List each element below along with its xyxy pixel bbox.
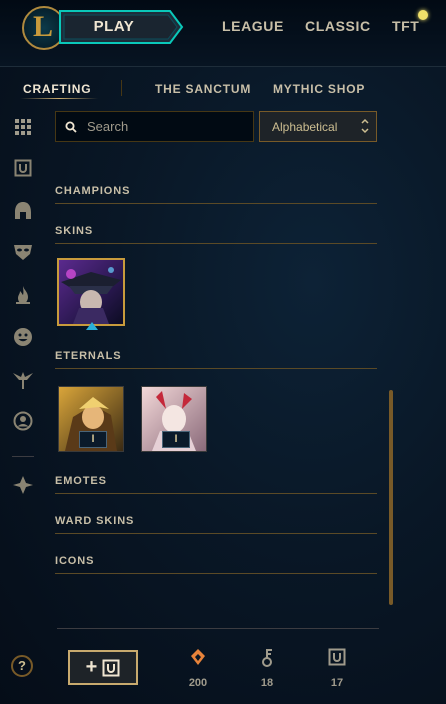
section-emotes[interactable]: EMOTES bbox=[55, 475, 107, 487]
skin-item[interactable] bbox=[57, 258, 125, 326]
section-divider bbox=[55, 493, 377, 494]
footer-divider bbox=[57, 628, 379, 629]
play-button[interactable]: PLAY bbox=[58, 9, 184, 45]
crest-icon[interactable] bbox=[12, 474, 34, 496]
chevron-updown-icon bbox=[361, 118, 369, 134]
eternal-item[interactable]: I bbox=[141, 386, 207, 452]
help-button[interactable]: ? bbox=[11, 655, 33, 677]
eternal-tier-badge: I bbox=[162, 431, 190, 448]
emote-icon[interactable] bbox=[12, 326, 34, 348]
sidebar-divider bbox=[12, 456, 34, 457]
sort-dropdown[interactable]: Alphabetical bbox=[259, 111, 377, 142]
key-fragment-icon bbox=[262, 649, 272, 667]
flame-icon[interactable] bbox=[12, 284, 34, 306]
profile-icon[interactable] bbox=[12, 410, 34, 432]
search-icon bbox=[65, 121, 77, 133]
section-eternals[interactable]: ETERNALS bbox=[55, 350, 121, 362]
section-divider bbox=[55, 243, 377, 244]
chest-icon bbox=[102, 659, 120, 676]
scrollbar-thumb[interactable] bbox=[389, 390, 393, 605]
section-divider bbox=[55, 573, 377, 574]
section-divider bbox=[55, 533, 377, 534]
chest-counter: 17 bbox=[317, 648, 357, 689]
helmet-icon[interactable] bbox=[12, 200, 34, 222]
chest-value: 17 bbox=[330, 677, 344, 689]
section-ward-skins[interactable]: WARD SKINS bbox=[55, 515, 134, 527]
nav-classic[interactable]: CLASSIC bbox=[305, 18, 371, 34]
mask-icon[interactable] bbox=[12, 241, 34, 263]
plus-label: + bbox=[85, 656, 98, 678]
search-input[interactable] bbox=[85, 118, 249, 135]
selected-caret-icon bbox=[86, 322, 98, 330]
search-box[interactable] bbox=[55, 111, 254, 142]
tab-active-underline bbox=[20, 98, 98, 99]
section-skins[interactable]: SKINS bbox=[55, 225, 93, 237]
orange-essence-counter: 200 bbox=[178, 648, 218, 689]
sort-selected-label: Alphabetical bbox=[272, 120, 338, 134]
chest-icon[interactable] bbox=[12, 157, 34, 179]
notification-dot bbox=[418, 10, 428, 20]
section-divider bbox=[55, 203, 377, 204]
grid-icon[interactable] bbox=[12, 116, 34, 138]
ward-icon[interactable] bbox=[12, 369, 34, 391]
nav-tft[interactable]: TFT bbox=[392, 18, 419, 34]
tab-separator bbox=[121, 80, 122, 96]
add-loot-button[interactable]: + bbox=[68, 650, 138, 685]
nav-league[interactable]: LEAGUE bbox=[222, 18, 284, 34]
section-champions[interactable]: CHAMPIONS bbox=[55, 185, 130, 197]
eternal-item[interactable]: I bbox=[58, 386, 124, 452]
section-divider bbox=[55, 368, 377, 369]
tab-mythic-shop[interactable]: MYTHIC SHOP bbox=[273, 82, 365, 96]
section-icons[interactable]: ICONS bbox=[55, 555, 94, 567]
eternal-tier-badge: I bbox=[79, 431, 107, 448]
orange-essence-icon bbox=[191, 649, 205, 665]
tab-the-sanctum[interactable]: THE SANCTUM bbox=[155, 82, 251, 96]
key-fragment-counter: 18 bbox=[247, 648, 287, 689]
play-label: PLAY bbox=[93, 18, 135, 35]
orange-essence-value: 200 bbox=[188, 677, 208, 689]
tab-crafting[interactable]: CRAFTING bbox=[23, 82, 91, 96]
chest-icon bbox=[328, 648, 346, 666]
key-fragment-value: 18 bbox=[260, 677, 274, 689]
